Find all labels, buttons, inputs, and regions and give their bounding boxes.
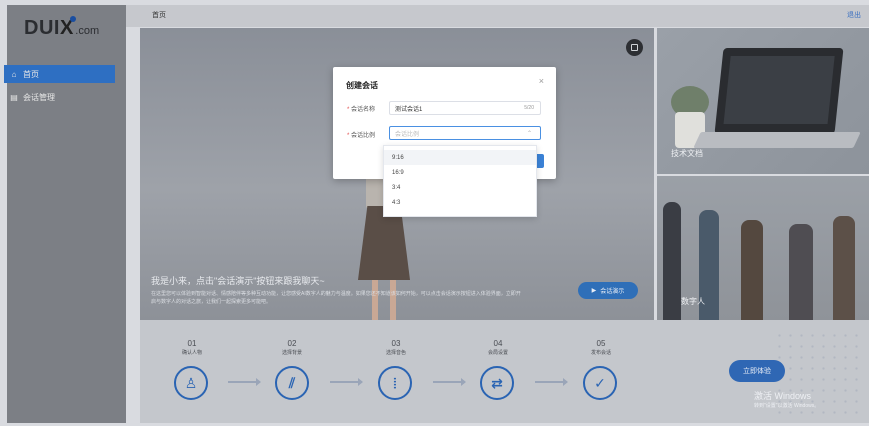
ratio-option-16-9[interactable]: 16:9	[384, 165, 536, 180]
arrow-icon	[433, 378, 466, 386]
pattern-icon[interactable]: ⫽	[275, 366, 309, 400]
step-label: 选择背景	[281, 350, 302, 356]
ratio-option-9-16[interactable]: 9:16	[384, 150, 536, 165]
step-5: 05 发布会话	[566, 339, 636, 356]
char-counter: 5/20	[524, 105, 534, 111]
step-number: 03	[391, 339, 401, 348]
person-icon[interactable]: ♙	[174, 366, 208, 400]
check-icon[interactable]: ✓	[583, 366, 617, 400]
breadcrumb[interactable]: 首页	[152, 10, 166, 20]
close-icon[interactable]: ×	[539, 76, 544, 86]
hero-description: 在这里您可以体验到智能对话、情感陪伴等多种互动功能，让您感受AI数字人的魅力与温…	[151, 291, 521, 305]
top-bar	[126, 5, 869, 27]
home-icon: ⌂	[11, 69, 17, 79]
windows-activation-title: 激活 Windows	[754, 391, 812, 401]
tech-docs-card[interactable]: 技术文档	[657, 28, 869, 174]
session-name-input[interactable]: 测试会话1 5/20	[389, 101, 541, 115]
ratio-placeholder: 会话比例	[395, 131, 420, 138]
session-ratio-label: * 会话比例	[347, 133, 376, 139]
ratio-dropdown: 9:16 16:9 3:4 4:3	[383, 145, 537, 217]
list-icon: ▤	[10, 92, 18, 102]
session-demo-button[interactable]: ▶ 会话演示	[578, 282, 638, 299]
step-3: 03 选择音色	[361, 339, 431, 356]
sidebar-item-home[interactable]: ⌂ 首页	[4, 65, 115, 83]
brand-logo[interactable]: DUI X .com	[24, 14, 99, 38]
arrow-icon	[228, 378, 261, 386]
logo-domain: .com	[75, 25, 100, 37]
step-number: 04	[493, 339, 503, 348]
step-number: 01	[187, 339, 197, 348]
step-number: 05	[596, 339, 606, 348]
fullscreen-button[interactable]	[626, 39, 643, 56]
dialog-title: 创建会话	[346, 81, 378, 90]
session-demo-label: 会话演示	[600, 289, 625, 295]
fullscreen-icon	[631, 44, 638, 51]
step-label: 选择音色	[385, 350, 406, 356]
digital-human-caption: 数字人	[681, 297, 705, 306]
step-label: 会局设置	[487, 350, 508, 356]
sidebar-item-session-management[interactable]: ▤ 会话管理	[4, 88, 115, 106]
confirm-button[interactable]	[536, 154, 544, 168]
logout-link[interactable]: 退出	[847, 10, 861, 20]
hero-title: 我是小来，点击"会话演示"按钮来跟我聊天~	[151, 276, 325, 286]
digital-human-card[interactable]: 数字人	[657, 176, 869, 320]
step-1: 01 确认人物	[157, 339, 227, 356]
ratio-option-3-4[interactable]: 3:4	[384, 180, 536, 195]
windows-activation-hint: 转到"设置"以激活 Windows。	[754, 403, 820, 409]
step-label: 发布会话	[590, 350, 611, 356]
session-name-label: * 会话名称	[347, 107, 376, 113]
ratio-option-4-3[interactable]: 4:3	[384, 195, 536, 210]
step-number: 02	[287, 339, 297, 348]
sidebar-item-label: 首页	[23, 69, 39, 79]
step-2: 02 选择背景	[257, 339, 327, 356]
arrow-icon	[330, 378, 363, 386]
tech-docs-caption: 技术文档	[671, 149, 703, 158]
arrow-icon	[535, 378, 568, 386]
logo-x-mark: X	[59, 16, 77, 39]
session-name-value: 测试会话1	[395, 106, 423, 113]
step-4: 04 会局设置	[463, 339, 533, 356]
session-ratio-select[interactable]: 会话比例 ⌃	[389, 126, 541, 140]
switch-icon[interactable]: ⇄	[480, 366, 514, 400]
sidebar-item-label: 会话管理	[23, 92, 55, 102]
logo-text: DUI	[24, 17, 60, 39]
play-icon: ▶	[591, 288, 597, 294]
waveform-icon[interactable]: ⦙	[378, 366, 412, 400]
chevron-up-icon: ⌃	[526, 130, 532, 137]
try-now-button[interactable]: 立即体验	[729, 360, 785, 382]
step-label: 确认人物	[181, 350, 202, 356]
